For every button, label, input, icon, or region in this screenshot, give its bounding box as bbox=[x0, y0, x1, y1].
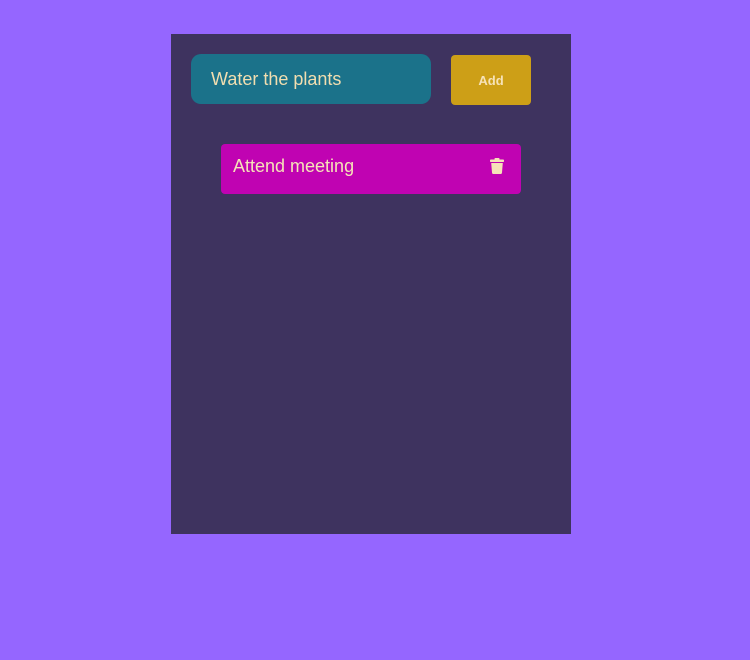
todo-panel: Add Attend meeting bbox=[171, 34, 571, 534]
task-input[interactable] bbox=[191, 54, 431, 104]
add-button[interactable]: Add bbox=[451, 55, 531, 105]
delete-task-button[interactable] bbox=[487, 154, 507, 178]
task-label: Attend meeting bbox=[233, 155, 355, 176]
task-list: Attend meeting bbox=[221, 144, 521, 204]
trash-icon bbox=[490, 158, 504, 174]
task-item: Attend meeting bbox=[221, 144, 521, 194]
